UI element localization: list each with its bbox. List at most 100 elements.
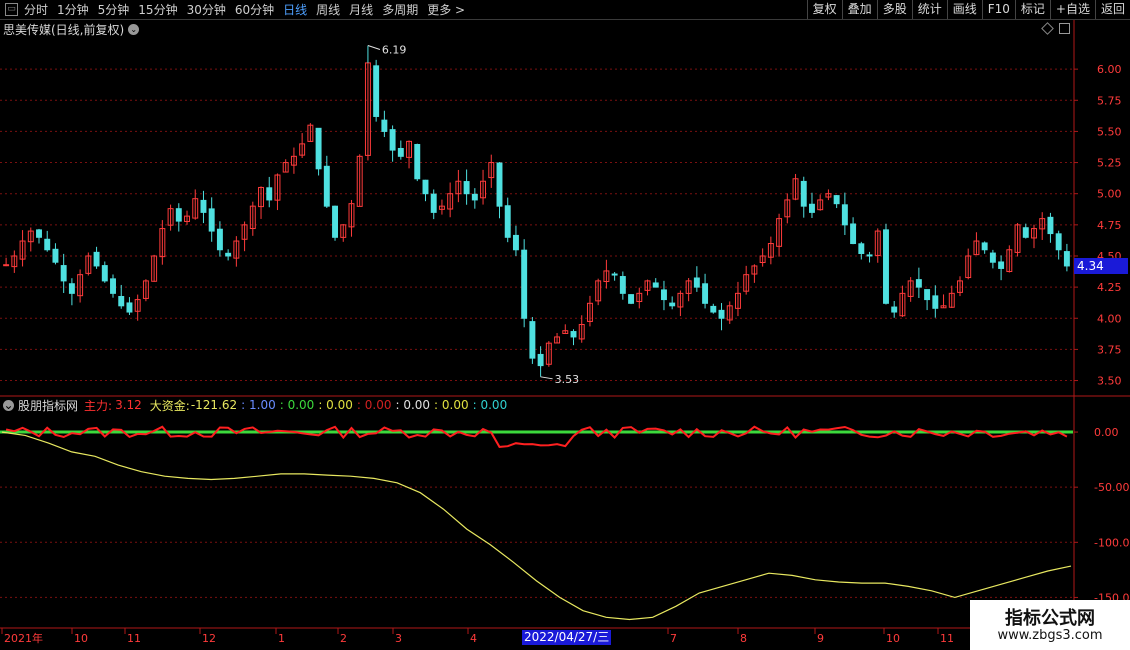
candle-body <box>850 223 857 245</box>
date-label: 3 <box>395 632 402 645</box>
candle-body <box>800 180 807 207</box>
candle-body <box>628 294 635 304</box>
price-tick-label: 4.25 <box>1097 281 1122 294</box>
watermark-url: www.zbgs3.com <box>997 628 1103 643</box>
candle-body <box>3 264 10 267</box>
candle-body <box>891 306 898 313</box>
price-tick-label: 5.50 <box>1097 125 1122 138</box>
date-label: 8 <box>740 632 747 645</box>
candle-body <box>669 302 676 307</box>
price-tick-label: 5.75 <box>1097 94 1122 107</box>
candle-body <box>389 129 396 151</box>
candle-body <box>833 195 840 205</box>
candle-body <box>430 193 437 213</box>
candle-body <box>883 229 889 304</box>
candle-body <box>208 208 215 232</box>
date-label: 10 <box>74 632 88 645</box>
price-tick-label: 3.75 <box>1097 343 1122 356</box>
candle-body <box>504 205 511 238</box>
candle-body <box>200 199 207 213</box>
date-label: 1 <box>278 632 285 645</box>
candle-body <box>36 229 42 238</box>
zhuli-line <box>5 425 1068 448</box>
candle-body <box>496 162 503 207</box>
candle-body <box>118 295 125 307</box>
chevron-down-icon[interactable]: ⌄ <box>3 399 14 411</box>
dazijin-value: -121.62 <box>190 398 238 412</box>
high-pointer <box>367 44 381 50</box>
candle-body <box>915 279 922 288</box>
indicator-value-6: : 0.00 <box>472 398 508 412</box>
indicator-value-2: : 0.00 <box>318 398 353 412</box>
candle-body <box>175 208 182 222</box>
candle-body <box>611 273 618 276</box>
candle-body <box>52 248 59 263</box>
candle-body <box>315 127 322 170</box>
candle-body <box>44 238 51 251</box>
date-label: 11 <box>940 632 954 645</box>
low-label: 3.53 <box>555 373 580 386</box>
candle-body <box>702 283 709 304</box>
candle-body <box>225 252 232 257</box>
candle-body <box>93 251 100 267</box>
candle-body <box>924 289 931 301</box>
candle-body <box>68 283 75 294</box>
candle-body <box>998 261 1005 269</box>
cursor-date: 2022/04/27/三 <box>522 630 612 645</box>
candle-body <box>101 265 108 282</box>
candle-body <box>110 278 116 294</box>
kline-chart[interactable]: 6.005.755.505.255.004.754.504.254.003.75… <box>0 0 1130 650</box>
indicator-tick-label: 0.00 <box>1094 426 1119 439</box>
candle-body <box>323 165 330 207</box>
indicator-value-3: : 0.00 <box>356 398 392 412</box>
price-tick-label: 6.00 <box>1097 63 1122 76</box>
indicator-value-5: : 0.00 <box>434 398 469 412</box>
candle-body <box>512 234 519 251</box>
date-label: 10 <box>886 632 900 645</box>
candle-body <box>1063 251 1070 267</box>
candle-body <box>266 187 273 201</box>
date-label: 9 <box>817 632 824 645</box>
indicator-header: ⌄ 股朋指标网 主力: 3.12 大资金: -121.62 : 1.00: 0.… <box>3 398 507 413</box>
candle-body <box>1047 216 1054 235</box>
candle-body <box>60 265 67 282</box>
date-label: 4 <box>470 632 477 645</box>
candle-body <box>809 203 815 213</box>
dazijin-line <box>1 431 1072 621</box>
candle-body <box>397 147 404 157</box>
price-tick-label: 5.00 <box>1097 188 1122 201</box>
date-label: 2 <box>340 632 347 645</box>
candle-body <box>373 65 380 117</box>
candle-body <box>463 181 470 195</box>
candle-body <box>718 309 725 319</box>
candle-body <box>422 179 429 195</box>
candle-body <box>660 289 667 301</box>
candle-body <box>381 119 388 132</box>
candlestick-series: 6.19 3.53 <box>3 43 1070 386</box>
indicator-value-0: : 1.00 <box>241 398 276 412</box>
candle-body <box>1022 227 1029 238</box>
indicator-tick-label: -100.0 <box>1094 536 1129 549</box>
candle-body <box>652 282 659 288</box>
candle-body <box>126 302 133 313</box>
indicator-tick-label: -50.00 <box>1094 481 1129 494</box>
candle-body <box>693 277 700 288</box>
watermark-logo: 指标公式网 www.zbgs3.com <box>970 600 1130 650</box>
candle-body <box>537 353 544 367</box>
candle-body <box>332 205 339 238</box>
price-tick-label: 4.75 <box>1097 219 1122 232</box>
candle-body <box>570 331 577 338</box>
extra-values: : 1.00: 0.00: 0.00: 0.00: 0.00: 0.00: 0.… <box>237 398 507 412</box>
indicator-grid: 0.00-50.00-100.0-150.0 <box>0 426 1129 604</box>
indicator-name: 股朋指标网 <box>18 398 79 413</box>
candle-body <box>619 276 626 294</box>
candle-body <box>414 144 421 180</box>
candle-body <box>216 228 223 251</box>
low-pointer <box>540 376 553 380</box>
candle-body <box>866 254 873 257</box>
candle-body <box>858 243 865 254</box>
price-tick-label: 5.25 <box>1097 157 1122 170</box>
candle-body <box>529 321 536 359</box>
price-tick-label: 4.00 <box>1097 312 1122 325</box>
current-price-tag: 4.34 <box>1074 258 1128 274</box>
